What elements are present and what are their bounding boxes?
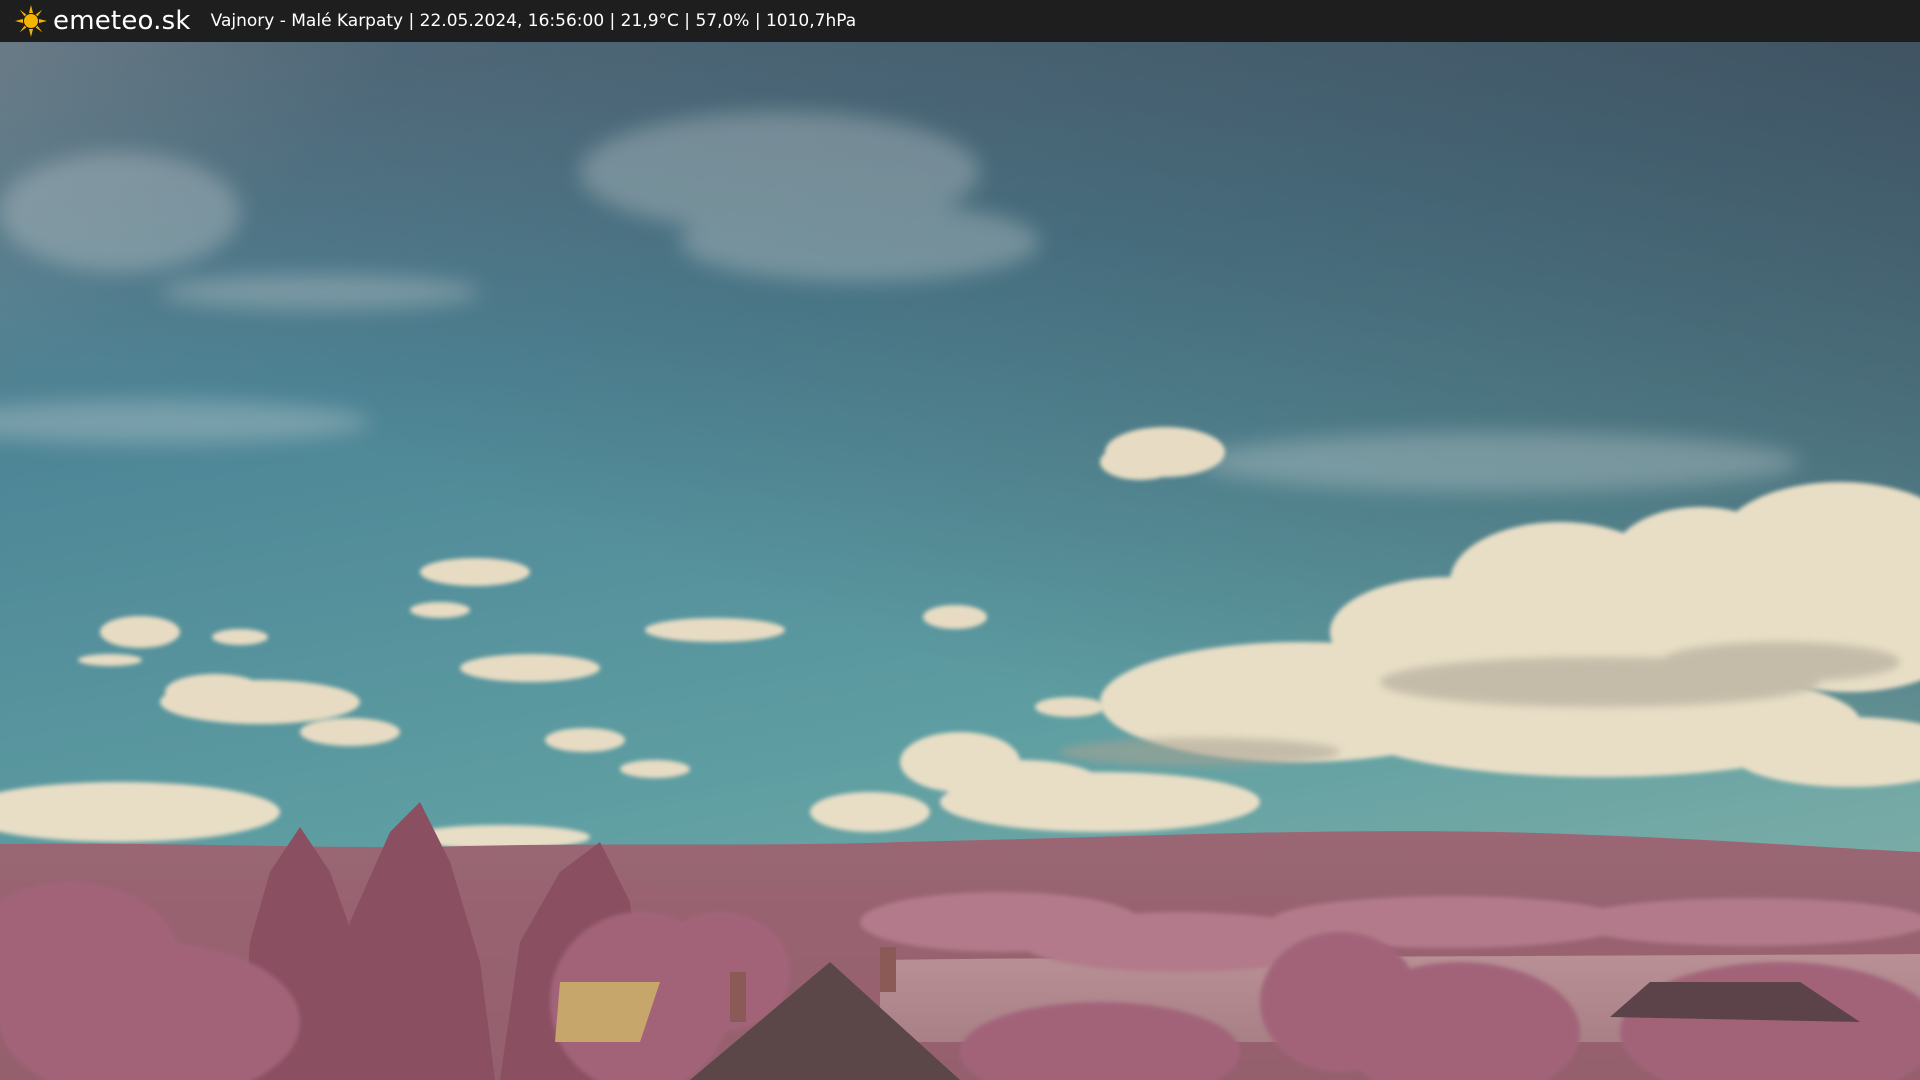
station-caption: Vajnory - Malé Karpaty | 22.05.2024, 16:… <box>210 11 857 31</box>
site-name: emeteo.sk <box>53 6 191 36</box>
webcam-frame: emeteo.sk Vajnory - Malé Karpaty | 22.05… <box>0 0 1920 1080</box>
top-bar: emeteo.sk Vajnory - Malé Karpaty | 22.05… <box>0 0 1920 42</box>
site-logo[interactable]: emeteo.sk <box>14 0 191 42</box>
webcam-image <box>0 42 1920 1080</box>
landscape-scene <box>0 42 1920 1080</box>
sun-icon <box>15 5 47 37</box>
